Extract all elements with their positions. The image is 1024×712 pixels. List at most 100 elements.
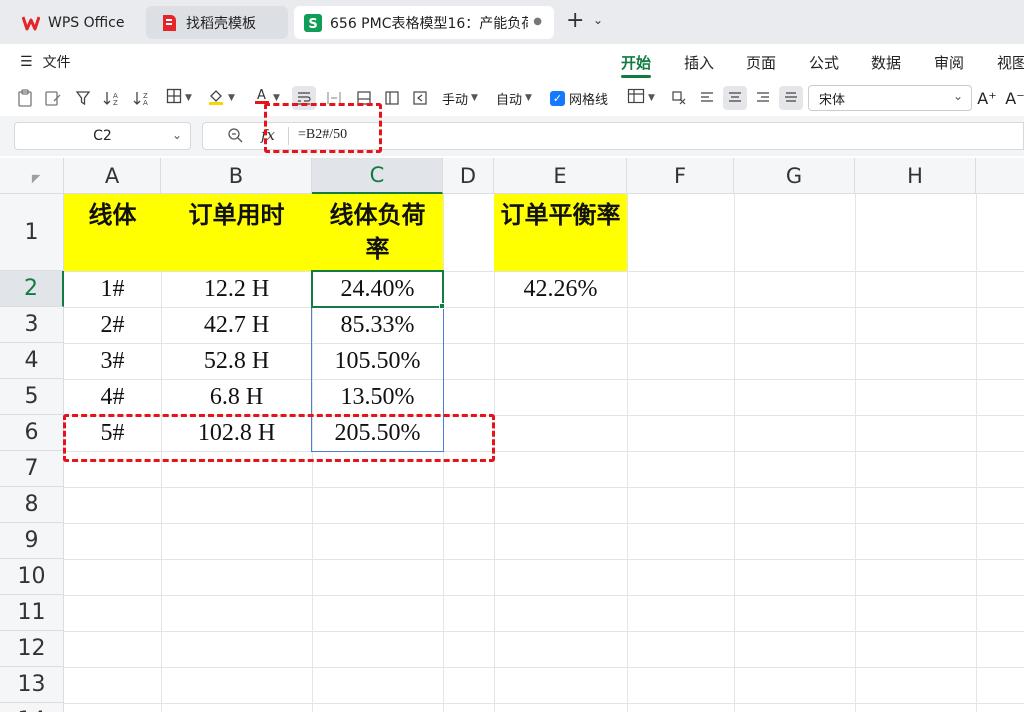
column-header-d[interactable]: D — [443, 158, 494, 194]
tab-insert[interactable]: 插入 — [684, 52, 714, 73]
cell-a5[interactable]: 4# — [64, 379, 161, 415]
font-size-increase-button[interactable]: A⁺ — [976, 86, 998, 110]
cell-b5[interactable]: 6.8 H — [161, 379, 312, 415]
manual-calc-dropdown[interactable]: 手动 ▼ — [438, 86, 482, 110]
cell-a1[interactable]: 线体 — [64, 194, 161, 271]
font-size-decrease-icon: A⁻ — [1005, 88, 1024, 108]
row-header-4[interactable]: 4 — [0, 343, 64, 379]
cell-c1[interactable]: 线体负荷率 — [312, 194, 443, 271]
row-header-2[interactable]: 2 — [0, 271, 64, 307]
font-family-select[interactable]: 宋体 ⌄ — [808, 85, 972, 111]
tab-view[interactable]: 视图 — [997, 52, 1024, 73]
column-header-a[interactable]: A — [64, 158, 161, 194]
column-header-f[interactable]: F — [627, 158, 734, 194]
row-header-7[interactable]: 7 — [0, 451, 64, 487]
align-right-icon[interactable] — [752, 86, 774, 110]
column-header-next[interactable] — [976, 158, 1024, 194]
file-menu-button[interactable]: ☰ 文件 — [20, 52, 71, 72]
tab-active-document[interactable]: S 656 PMC表格模型16：产能负荷计 ● — [294, 6, 554, 39]
clear-format-icon[interactable] — [668, 86, 690, 110]
row-header-12[interactable]: 12 — [0, 631, 64, 667]
tab-page[interactable]: 页面 — [746, 52, 776, 73]
gridline — [64, 703, 1024, 704]
filter-icon[interactable] — [72, 86, 94, 110]
font-size-decrease-button[interactable]: A⁻ — [1004, 86, 1024, 110]
zoom-magnifier-icon[interactable] — [227, 127, 243, 147]
new-tab-button[interactable]: + — [566, 8, 584, 33]
font-family-value: 宋体 — [819, 92, 846, 108]
row-header-10[interactable]: 10 — [0, 559, 64, 595]
align-middle-icon[interactable] — [779, 86, 803, 110]
recalculate-icon[interactable] — [408, 86, 432, 110]
column-header-b[interactable]: B — [161, 158, 312, 194]
auto-calc-label: 自动 — [496, 92, 523, 108]
row-header-1[interactable]: 1 — [0, 194, 64, 271]
row-header-8[interactable]: 8 — [0, 487, 64, 523]
cell-a2[interactable]: 1# — [64, 271, 161, 307]
column-header-h[interactable]: H — [855, 158, 976, 194]
freeze-panes-button[interactable]: ▼ — [625, 86, 657, 110]
menu-bar: ☰ 文件 开始 插入 页面 公式 数据 审阅 视图 — [0, 44, 1024, 80]
sort-ascending-icon[interactable]: AZ — [100, 86, 124, 110]
cell-a3[interactable]: 2# — [64, 307, 161, 343]
cell-b2[interactable]: 12.2 H — [161, 271, 312, 307]
svg-text:A: A — [257, 88, 266, 103]
row-header-9[interactable]: 9 — [0, 523, 64, 559]
tab-formulas[interactable]: 公式 — [809, 52, 839, 73]
borders-icon — [166, 88, 182, 108]
fill-color-button[interactable]: ▼ — [204, 86, 238, 110]
tab-data[interactable]: 数据 — [871, 52, 901, 73]
select-all-button[interactable] — [0, 158, 64, 194]
column-header-c[interactable]: C — [312, 158, 443, 194]
borders-button[interactable]: ▼ — [162, 86, 196, 110]
align-left-icon[interactable] — [696, 86, 718, 110]
active-cell-outline — [311, 270, 444, 308]
manual-calc-label: 手动 — [442, 92, 469, 108]
row-header-13[interactable]: 13 — [0, 667, 64, 703]
tab-review[interactable]: 审阅 — [934, 52, 964, 73]
fill-handle[interactable] — [439, 303, 445, 309]
row-header-14[interactable]: 14 — [0, 703, 64, 712]
cell-b3[interactable]: 42.7 H — [161, 307, 312, 343]
font-size-increase-icon: A⁺ — [977, 88, 997, 108]
cell-e1[interactable]: 订单平衡率 — [494, 194, 627, 271]
chevron-down-icon: ⌄ — [952, 89, 963, 103]
row-header-11[interactable]: 11 — [0, 595, 64, 631]
chevron-down-icon[interactable]: ⌄ — [593, 13, 603, 27]
chevron-down-icon: ▼ — [525, 93, 532, 103]
gridline — [64, 559, 1024, 560]
tab-home[interactable]: 开始 — [621, 52, 651, 73]
row-header-6[interactable]: 6 — [0, 415, 64, 451]
auto-calc-dropdown[interactable]: 自动 ▼ — [492, 86, 536, 110]
name-box[interactable]: C2 ⌄ — [14, 122, 191, 150]
tab-label: 找稻壳模板 — [186, 15, 256, 32]
svg-text:Z: Z — [113, 99, 118, 106]
hamburger-icon: ☰ — [20, 54, 33, 70]
tab-docer-templates[interactable]: 找稻壳模板 — [146, 6, 288, 39]
insert-cells-icon[interactable] — [380, 86, 404, 110]
sort-descending-icon[interactable]: ZA — [130, 86, 154, 110]
wps-logo-icon — [22, 14, 40, 32]
svg-text:S: S — [308, 17, 317, 32]
gridlines-toggle[interactable]: ✓ 网格线 — [548, 86, 610, 110]
paste-values-icon[interactable] — [14, 86, 36, 110]
chevron-down-icon: ▼ — [185, 93, 192, 103]
cell-b4[interactable]: 52.8 H — [161, 343, 312, 379]
cell-e2[interactable]: 42.26% — [494, 271, 627, 307]
gridline — [64, 595, 1024, 596]
title-tab-bar: WPS Office 找稻壳模板 S 656 PMC表格模型16：产能负荷计 ●… — [0, 0, 1024, 44]
align-center-icon[interactable] — [723, 86, 747, 110]
cell-reference: C2 — [93, 128, 112, 144]
format-painter-icon[interactable] — [42, 86, 64, 110]
column-header-e[interactable]: E — [494, 158, 627, 194]
gridline — [64, 667, 1024, 668]
gridline — [64, 523, 1024, 524]
row-header-5[interactable]: 5 — [0, 379, 64, 415]
svg-text:A: A — [143, 99, 148, 106]
docer-icon — [160, 14, 178, 32]
tab-wps-office[interactable]: WPS Office — [8, 6, 138, 39]
cell-a4[interactable]: 3# — [64, 343, 161, 379]
column-header-g[interactable]: G — [734, 158, 855, 194]
cell-b1[interactable]: 订单用时 — [161, 194, 312, 271]
row-header-3[interactable]: 3 — [0, 307, 64, 343]
